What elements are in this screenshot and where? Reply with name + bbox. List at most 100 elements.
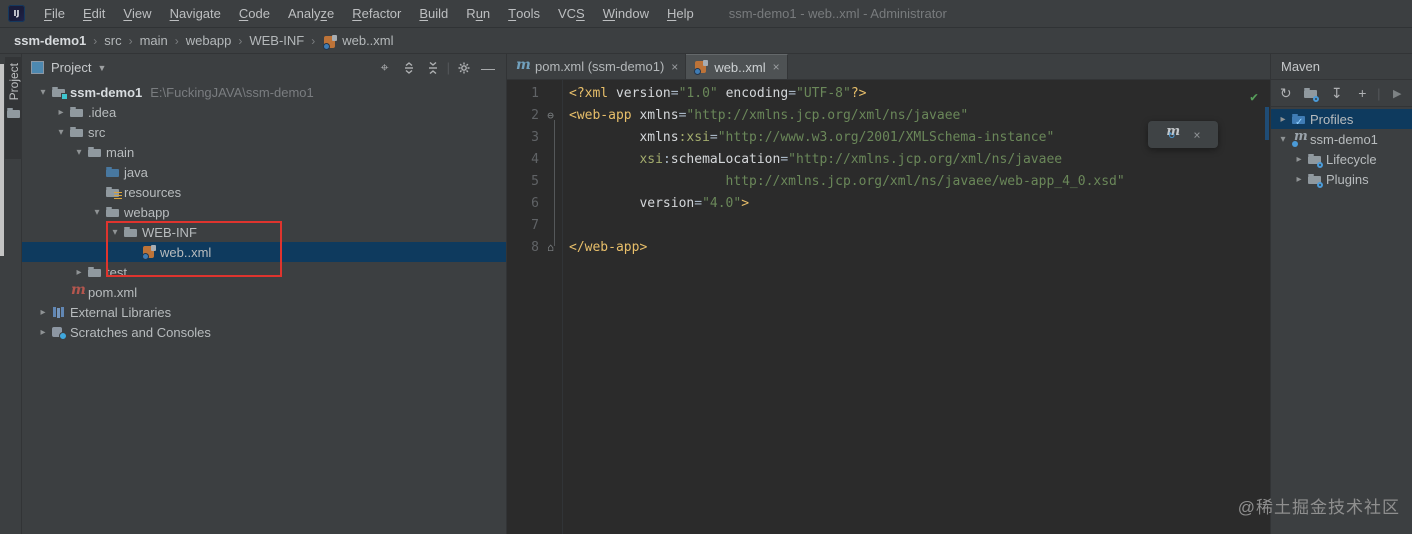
close-tab-icon[interactable]: × xyxy=(671,60,678,74)
tree-item-external-libraries[interactable]: ▸ External Libraries xyxy=(22,302,506,322)
locate-file-icon[interactable]: ⌖ xyxy=(373,57,397,79)
tree-item-web-xml[interactable]: web..xml xyxy=(22,242,506,262)
fold-range-line xyxy=(554,120,555,246)
menu-view[interactable]: View xyxy=(114,0,160,27)
tree-item-path: E:\FuckingJAVA\ssm-demo1 xyxy=(150,84,314,100)
line-number: 7 xyxy=(531,218,539,233)
tree-item-idea[interactable]: ▸ .idea xyxy=(22,102,506,122)
chevron-down-icon[interactable]: ▾ xyxy=(35,87,51,98)
download-sources-icon[interactable]: ↧ xyxy=(1324,82,1350,104)
menu-build[interactable]: Build xyxy=(410,0,457,27)
chevron-down-icon[interactable]: ▼ xyxy=(97,63,106,73)
tree-item-plugins[interactable]: ▸ Plugins xyxy=(1271,169,1412,189)
menu-file[interactable]: File xyxy=(35,0,74,27)
chevron-right-icon[interactable]: ▸ xyxy=(1291,154,1307,165)
menu-tools[interactable]: Tools xyxy=(499,0,549,27)
fold-marker-icon[interactable]: ⊖ xyxy=(539,105,562,127)
code-text: version="4.0"> xyxy=(639,196,750,211)
menu-analyze[interactable]: Analy z e xyxy=(279,0,343,27)
menu-window[interactable]: Window xyxy=(594,0,658,27)
tree-item-label: ssm-demo1 xyxy=(1310,131,1378,147)
chevron-right-icon[interactable]: ▸ xyxy=(35,307,51,318)
close-icon[interactable]: × xyxy=(1193,124,1200,146)
chevron-down-icon[interactable]: ▾ xyxy=(89,207,105,218)
folder-icon xyxy=(6,105,22,121)
chevron-down-icon[interactable]: ▾ xyxy=(71,147,87,158)
tree-item-src[interactable]: ▾ src xyxy=(22,122,506,142)
close-tab-icon[interactable]: × xyxy=(773,60,780,74)
reload-maven-icon[interactable]: ↻ xyxy=(1273,82,1299,104)
tree-item-label: WEB-INF xyxy=(142,224,197,240)
project-view-icon xyxy=(31,61,44,74)
fold-marker-icon[interactable]: ⌂ xyxy=(539,237,562,259)
tree-item-profiles[interactable]: ▸ Profiles xyxy=(1271,109,1412,129)
fold-gutter xyxy=(539,171,562,193)
code-text: http://xmlns.jcp.org/xml/ns/javaee/web-a… xyxy=(725,174,1125,189)
chevron-right-icon[interactable]: ▸ xyxy=(1275,114,1291,125)
execute-goal-icon[interactable]: ▶ xyxy=(1384,82,1410,104)
menu-help[interactable]: Help xyxy=(658,0,703,27)
menu-run[interactable]: Run xyxy=(457,0,499,27)
lib-icon xyxy=(51,304,67,320)
breadcrumb-item-main[interactable]: main xyxy=(140,33,168,48)
code-text: </web-app> xyxy=(569,240,648,255)
tree-item-label: pom.xml xyxy=(88,284,138,300)
breadcrumb-item-webapp[interactable]: webapp xyxy=(186,33,232,48)
inspections-ok-icon[interactable]: ✔ xyxy=(1250,87,1258,109)
editor-tab-web-xml[interactable]: web..xml × xyxy=(686,54,788,79)
menu-vcs[interactable]: VC S xyxy=(549,0,594,27)
expand-all-icon[interactable] xyxy=(397,57,421,79)
folder-java-icon xyxy=(105,164,121,180)
tree-item-test[interactable]: ▸ test xyxy=(22,262,506,282)
breadcrumb-item-ssm-demo1[interactable]: ssm-demo1 xyxy=(14,33,86,48)
gear-icon[interactable] xyxy=(452,57,476,79)
chevron-right-icon[interactable]: ▸ xyxy=(53,107,69,118)
menu-edit[interactable]: Edit xyxy=(74,0,114,27)
maven-reload-widget[interactable]: m ↻ × xyxy=(1148,121,1218,148)
menu-code[interactable]: Code xyxy=(230,0,279,27)
menu-refactor[interactable]: Refactor xyxy=(343,0,410,27)
tool-window-stripe: Project xyxy=(0,54,22,534)
chevron-down-icon[interactable]: ▾ xyxy=(53,127,69,138)
chevron-right-icon[interactable]: ▸ xyxy=(71,267,87,278)
chevron-right-icon[interactable]: ▸ xyxy=(1291,174,1307,185)
maven-panel-title: Maven xyxy=(1271,54,1412,80)
tree-item-label: test xyxy=(106,264,127,280)
code-editor[interactable]: 1 <?xml version="1.0" encoding="UTF-8"?> 2… xyxy=(507,80,1270,534)
tree-item-scratches-and-consoles[interactable]: ▸ Scratches and Consoles xyxy=(22,322,506,342)
tree-item-label: Profiles xyxy=(1310,111,1354,127)
hide-panel-icon[interactable]: — xyxy=(476,57,500,79)
editor-tab-pom-xml-ssm-demo1[interactable]: pom.xml (ssm-demo1) × xyxy=(507,54,687,79)
project-tab-label: Project xyxy=(6,63,21,101)
add-icon[interactable]: + xyxy=(1350,82,1376,104)
chevron-down-icon[interactable]: ▾ xyxy=(107,227,123,238)
code-line-4: 4 xsi:schemaLocation="http://xmlns.jcp.o… xyxy=(507,149,1270,171)
tree-item-java[interactable]: java xyxy=(22,162,506,182)
tree-item-ssm-demo1[interactable]: ▾ ssm-demo1 E:\FuckingJAVA\ssm-demo1 xyxy=(22,82,506,102)
folder-icon xyxy=(87,144,103,160)
breadcrumb-item-src[interactable]: src xyxy=(104,33,121,48)
tree-item-label: src xyxy=(88,124,106,140)
tree-item-ssm-demo1[interactable]: ▾ ssm-demo1 xyxy=(1271,129,1412,149)
tree-item-main[interactable]: ▾ main xyxy=(22,142,506,162)
chevron-down-icon[interactable]: ▾ xyxy=(1275,134,1291,145)
tree-item-resources[interactable]: resources xyxy=(22,182,506,202)
fold-gutter xyxy=(539,83,562,105)
toolbar-separator: | xyxy=(1377,85,1381,101)
code-line-1: 1 <?xml version="1.0" encoding="UTF-8"?> xyxy=(507,83,1270,105)
tree-item-pom-xml[interactable]: pom.xml xyxy=(22,282,506,302)
line-number: 5 xyxy=(531,174,539,189)
chevron-right-icon[interactable]: ▸ xyxy=(35,327,51,338)
editor-tab-bar: pom.xml (ssm-demo1) × web..xml × xyxy=(507,54,1270,80)
maven-reload-icon[interactable]: m ↻ xyxy=(1165,124,1181,143)
tree-item-webapp[interactable]: ▾ webapp xyxy=(22,202,506,222)
collapse-all-icon[interactable] xyxy=(421,57,445,79)
tree-item-lifecycle[interactable]: ▸ Lifecycle xyxy=(1271,149,1412,169)
breadcrumb-item-web-xml[interactable]: web..xml xyxy=(342,33,393,48)
menu-navigate[interactable]: Navigate xyxy=(161,0,230,27)
tree-item-web-inf[interactable]: ▾ WEB-INF xyxy=(22,222,506,242)
breadcrumb-item-web-inf[interactable]: WEB-INF xyxy=(249,33,304,48)
project-tool-window-tab[interactable]: Project xyxy=(5,57,22,159)
run-configuration-icon[interactable] xyxy=(1299,82,1325,104)
